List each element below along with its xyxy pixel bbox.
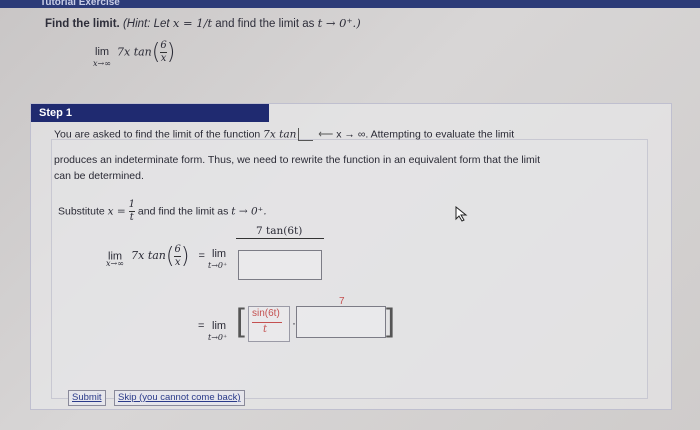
submit-button[interactable]: Submit xyxy=(68,390,106,406)
bracket-right: ] xyxy=(386,302,395,338)
problem-statement: Find the limit. (Hint: Let x = 1/t and f… xyxy=(45,16,361,30)
paragraph-2: produces an indeterminate form. Thus, we… xyxy=(54,154,540,166)
step-panel: Step 1 You are asked to find the limit o… xyxy=(30,103,672,410)
second-input[interactable] xyxy=(296,306,386,338)
paragraph-1: You are asked to find the limit of the f… xyxy=(54,128,515,141)
hint-mid: and find the limit as xyxy=(215,18,315,30)
lim-subscript: x→∞ xyxy=(93,59,111,68)
fraction-bar xyxy=(236,238,324,239)
hint-eq: x = 1/t xyxy=(172,16,213,30)
top-banner: Tutorial Exercise xyxy=(0,0,700,8)
hint-prefix: (Hint: Let xyxy=(122,18,170,30)
paragraph-3: can be determined. xyxy=(54,170,144,182)
denominator-input[interactable] xyxy=(238,250,322,280)
eq1-subscript: x→∞ xyxy=(106,259,124,268)
step-title: Step 1 xyxy=(31,104,269,122)
hint-var: t → 0⁺.) xyxy=(317,16,361,30)
step-content: You are asked to find the limit of the f… xyxy=(51,128,648,399)
bracket-left: [ xyxy=(236,302,245,338)
lim-word: lim xyxy=(95,46,110,58)
mouse-pointer-icon xyxy=(455,206,468,222)
rhs-lim: lim xyxy=(212,248,227,260)
rhs-numerator: 7 tan(6t) xyxy=(256,225,303,237)
rhs-subscript: t→0⁺ xyxy=(208,261,228,270)
expr-text: 7x tan xyxy=(117,45,152,59)
find-label: Find the limit. xyxy=(45,18,120,30)
red-bar xyxy=(252,322,282,323)
banner-title: Tutorial Exercise xyxy=(40,0,120,8)
eq2-lim: lim xyxy=(212,320,227,332)
eq2-sign: = xyxy=(198,320,205,332)
red-denominator: t xyxy=(263,324,268,335)
skip-button[interactable]: Skip (you cannot come back) xyxy=(114,390,245,406)
problem-expression: 7x tan(6 x) xyxy=(117,40,176,65)
eq2-subscript: t→0⁺ xyxy=(208,333,228,342)
red-numerator: sin(6t) xyxy=(252,308,280,319)
substitute-line: Substitute x = 1t and find the limit as … xyxy=(58,199,267,223)
